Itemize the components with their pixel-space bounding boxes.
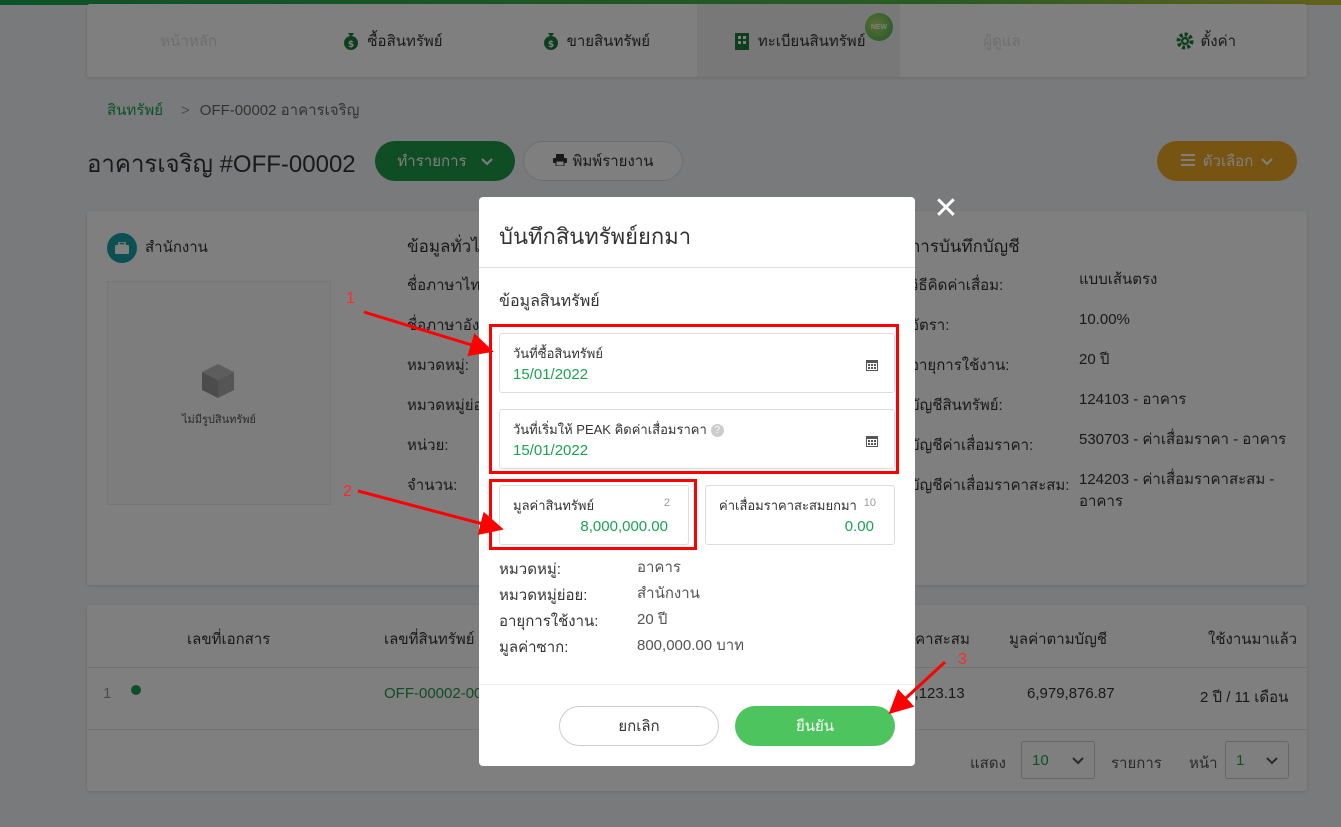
cancel-button[interactable]: ยกเลิก: [559, 706, 719, 746]
field-count: 10: [863, 497, 876, 509]
summary-label: อายุการใช้งาน:: [499, 613, 599, 630]
summary-label: หมวดหมู่ย่อย:: [499, 587, 588, 604]
divider: [479, 267, 915, 268]
annotation-number: 1: [346, 290, 355, 307]
field-value: 0.00: [844, 518, 874, 535]
confirm-button[interactable]: ยืนยัน: [735, 706, 895, 746]
summary-label: มูลค่าซาก:: [499, 639, 569, 656]
annotation-box-asset-value: [489, 479, 697, 550]
close-icon[interactable]: ✕: [933, 194, 959, 224]
field-label: ค่าเสื่อมราคาสะสมยกมา: [719, 498, 857, 513]
summary-value: อาคาร: [637, 559, 681, 576]
annotation-number: 2: [343, 483, 352, 500]
section-title: ข้อมูลสินทรัพย์: [499, 293, 600, 310]
divider: [479, 684, 915, 685]
modal-title: บันทึกสินทรัพย์ยกมา: [499, 224, 692, 249]
annotation-number: 3: [958, 651, 967, 668]
summary-value: 800,000.00 บาท: [637, 637, 745, 654]
accumulated-depreciation-field[interactable]: ค่าเสื่อมราคาสะสมยกมา 10 0.00: [705, 485, 895, 545]
summary-value: 20 ปี: [637, 611, 668, 628]
summary-label: หมวดหมู่:: [499, 561, 561, 578]
annotation-box-dates: [489, 324, 899, 474]
summary-value: สำนักงาน: [637, 585, 700, 602]
